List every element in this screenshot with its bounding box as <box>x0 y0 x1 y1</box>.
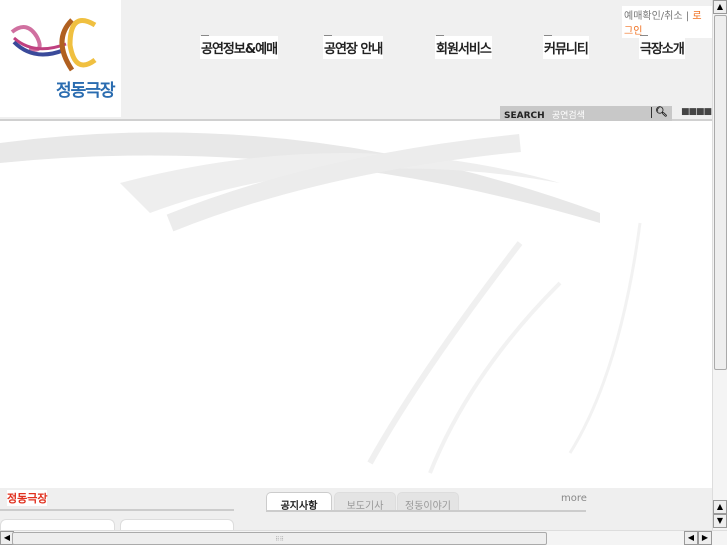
page: 정동극장 예매확인/취소 | 로그인 공연정보&예매 공연장 안내 회원서비스 … <box>0 0 712 530</box>
nav-about[interactable]: 극장소개 <box>639 35 685 59</box>
quick-card[interactable] <box>120 519 234 530</box>
hero-banner <box>0 123 712 488</box>
scroll-down-icon[interactable]: ▼ <box>713 514 727 528</box>
horizontal-scrollbar[interactable]: ◀ ⠿⠿ ◀ ▶ <box>0 530 727 545</box>
top-links: 예매확인/취소 | 로그인 <box>622 6 712 38</box>
scroll-up-icon[interactable]: ▲ <box>713 500 727 514</box>
vertical-scroll-thumb[interactable] <box>714 15 727 370</box>
page-indicator-icon[interactable]: ■■■■ <box>681 107 712 117</box>
quick-card[interactable] <box>0 519 115 530</box>
reservation-check-link[interactable]: 예매확인/취소 <box>624 11 683 22</box>
tab-press[interactable]: 보도기사 <box>334 492 396 512</box>
nav-community[interactable]: 커뮤니티 <box>543 35 589 59</box>
header: 정동극장 예매확인/취소 | 로그인 공연정보&예매 공연장 안내 회원서비스 … <box>0 0 712 121</box>
search-label: SEARCH <box>504 111 545 121</box>
horizontal-scroll-thumb[interactable]: ⠿⠿ <box>12 532 547 545</box>
divider <box>0 509 234 511</box>
logo-swirl-icon <box>10 18 97 72</box>
scroll-right-icon[interactable]: ▶ <box>698 531 712 545</box>
divider <box>266 510 586 512</box>
section-brand-title: 정동극장 <box>7 490 48 506</box>
search-input[interactable]: 공연검색 <box>552 111 585 121</box>
logo[interactable]: 정동극장 <box>0 0 121 117</box>
scroll-up-icon[interactable]: ▲ <box>713 0 727 14</box>
bottom-section: 정동극장 공지사항 보도기사 정동이야기 more <box>0 488 712 530</box>
vertical-scrollbar[interactable]: ▲ ▲ ▼ <box>712 0 727 530</box>
nav-performance[interactable]: 공연정보&예매 <box>200 35 278 59</box>
nav-venue[interactable]: 공연장 안내 <box>323 35 383 59</box>
scroll-left-icon[interactable]: ◀ <box>684 531 698 545</box>
nav-member[interactable]: 회원서비스 <box>435 35 492 59</box>
search-box[interactable]: SEARCH 공연검색 🔍︎ <box>500 106 672 121</box>
search-icon[interactable]: 🔍︎ <box>651 107 668 118</box>
more-link[interactable]: more <box>561 493 587 504</box>
tab-notice[interactable]: 공지사항 <box>266 492 332 512</box>
hero-swoosh-graphic <box>0 132 642 474</box>
separator: | <box>685 11 690 22</box>
logo-text: 정동극장 <box>56 81 116 101</box>
tab-story[interactable]: 정동이야기 <box>397 492 459 512</box>
